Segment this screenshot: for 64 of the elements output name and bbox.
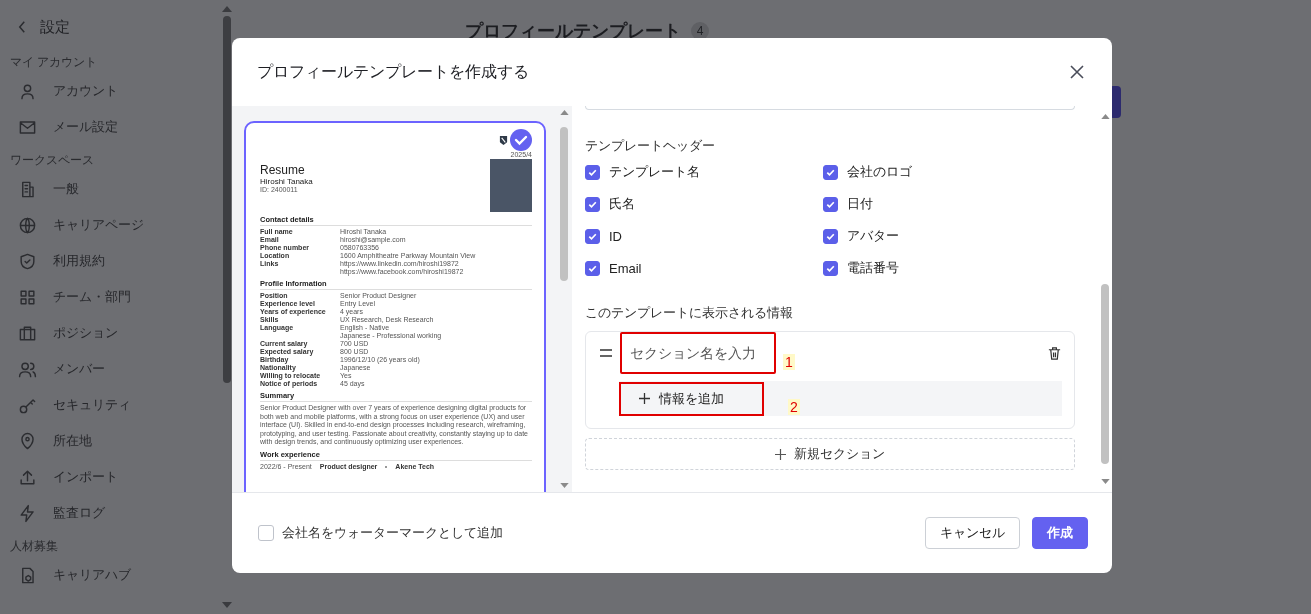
shield-icon (18, 251, 37, 271)
cancel-button[interactable]: キャンセル (925, 517, 1020, 549)
close-icon[interactable] (1070, 65, 1084, 79)
checkbox[interactable] (585, 196, 600, 212)
upload-icon (18, 467, 37, 487)
location-pin-icon (18, 431, 37, 451)
checkbox[interactable] (585, 228, 600, 244)
check-badge-icon (510, 129, 532, 151)
scroll-up-icon[interactable] (559, 110, 569, 115)
checkbox-label: 会社のロゴ (847, 163, 912, 181)
checkbox[interactable] (585, 164, 600, 180)
sidebar-item[interactable]: キャリアハブ (53, 566, 131, 584)
user-icon (18, 81, 37, 101)
sidebar-section-heading: 人材募集 (10, 538, 59, 555)
checkbox[interactable] (823, 196, 838, 212)
sidebar-item[interactable]: 利用規約 (53, 252, 105, 270)
logo-icon (499, 134, 508, 146)
checkbox[interactable] (585, 260, 600, 276)
drag-handle-icon[interactable] (600, 349, 612, 357)
resume-title: Resume (260, 163, 306, 177)
candidate-name: Hiroshi Tanaka (260, 177, 313, 186)
annotation-number: 1 (783, 354, 795, 370)
checkbox[interactable] (823, 228, 838, 244)
section-label: テンプレートヘッダー (585, 137, 716, 155)
scrollbar-thumb[interactable] (560, 127, 568, 281)
plus-icon (775, 448, 786, 460)
trash-icon[interactable] (1047, 345, 1062, 361)
sidebar-item[interactable]: セキュリティ (53, 396, 131, 414)
checkbox-label: アバター (847, 227, 899, 245)
sidebar-item[interactable]: 監査ログ (53, 504, 105, 522)
create-button[interactable]: 作成 (1032, 517, 1088, 549)
checkbox-label: Email (609, 260, 642, 276)
checkbox-label: 氏名 (609, 195, 635, 213)
checkbox[interactable] (258, 525, 274, 541)
new-section-button[interactable]: 新規セクション (585, 438, 1075, 470)
briefcase-icon (18, 323, 37, 343)
section-name-field[interactable]: セクション名を入力 (620, 332, 776, 374)
scroll-down-icon[interactable] (1100, 479, 1110, 484)
dialog-title: プロフィールテンプレートを作成する (257, 61, 529, 82)
grid-icon (18, 287, 37, 307)
sidebar-item[interactable]: アカウント (53, 82, 118, 100)
scroll-up-icon[interactable] (1100, 114, 1110, 119)
photo-placeholder (490, 159, 532, 212)
checkbox[interactable] (823, 164, 838, 180)
lightning-icon (18, 503, 37, 523)
settings-title: 設定 (40, 17, 70, 37)
globe-icon (18, 215, 37, 235)
back-icon[interactable] (18, 21, 26, 33)
scrollbar-thumb[interactable] (223, 16, 231, 383)
scroll-down-icon[interactable] (559, 483, 569, 488)
annotation-number: 2 (788, 399, 800, 415)
checkbox-label: ID (609, 228, 622, 244)
sidebar-item[interactable]: 所在地 (53, 432, 92, 450)
checkbox-label: 日付 (847, 195, 873, 213)
sidebar-section-heading: ワークスペース (10, 152, 95, 169)
plus-icon (639, 393, 650, 404)
scrollbar-thumb[interactable] (1101, 284, 1109, 464)
add-info-button[interactable]: 情報を追加 (619, 381, 764, 416)
checkbox-label: 会社名をウォーターマークとして追加 (282, 524, 503, 542)
section-label: このテンプレートに表示される情報 (585, 304, 794, 322)
sidebar-item[interactable]: ポジション (53, 324, 118, 342)
checkbox-label: テンプレート名 (609, 163, 700, 181)
checkbox-label: 電話番号 (847, 259, 899, 277)
checkbox[interactable] (823, 260, 838, 276)
